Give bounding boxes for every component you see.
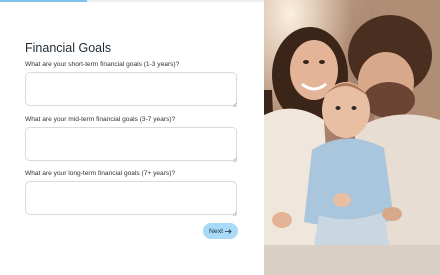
short-term-goals-label: What are your short-term financial goals…	[25, 61, 180, 68]
page-title: Financial Goals	[25, 41, 112, 55]
mid-term-goals-label: What are your mid-term financial goals (…	[25, 116, 176, 123]
family-photo	[264, 0, 440, 275]
family-photo-image	[264, 0, 440, 275]
next-button[interactable]: Next	[203, 223, 238, 239]
onboarding-page: Financial Goals What are your short-term…	[0, 0, 440, 275]
resize-grip-icon[interactable]	[232, 157, 237, 162]
long-term-goals-label: What are your long-term financial goals …	[25, 170, 176, 177]
long-term-goals-field[interactable]	[25, 181, 237, 215]
next-button-label: Next	[209, 227, 223, 235]
mid-term-goals-field[interactable]	[25, 127, 237, 161]
resize-grip-icon[interactable]	[232, 102, 237, 107]
arrow-right-icon	[224, 228, 232, 234]
short-term-goals-field[interactable]	[25, 72, 237, 106]
form-panel: Financial Goals What are your short-term…	[0, 0, 264, 275]
resize-grip-icon[interactable]	[232, 211, 237, 216]
